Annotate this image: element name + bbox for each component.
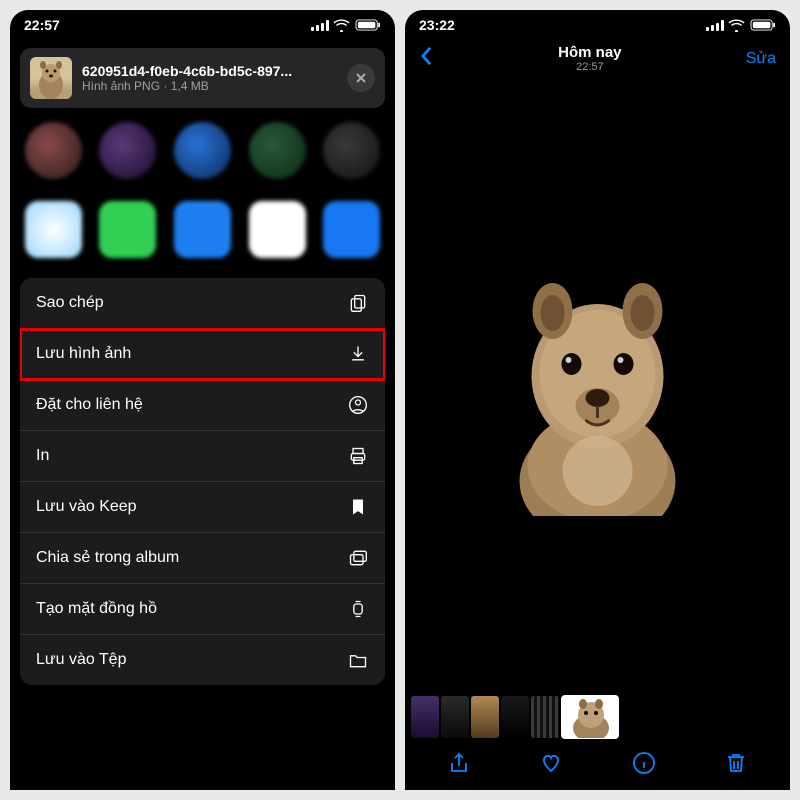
share-button[interactable] — [447, 751, 471, 780]
action-assign-contact[interactable]: Đặt cho liên hệ — [20, 380, 385, 431]
filmstrip-thumb[interactable] — [411, 696, 439, 738]
action-label: Lưu vào Keep — [36, 498, 137, 516]
download-icon — [347, 344, 369, 364]
filmstrip-thumb[interactable] — [531, 696, 559, 738]
action-watch-face[interactable]: Tạo mặt đồng hồ — [20, 584, 385, 635]
bookmark-icon — [347, 497, 369, 517]
shared-album-icon — [347, 548, 369, 568]
share-contact-3[interactable] — [174, 122, 231, 179]
share-app-mail[interactable] — [174, 201, 231, 258]
photo-filmstrip[interactable] — [405, 694, 790, 740]
action-shared-album[interactable]: Chia sẻ trong album — [20, 533, 385, 584]
filmstrip-thumb-selected[interactable] — [561, 695, 619, 739]
wifi-icon — [333, 19, 350, 32]
action-label: Chia sẻ trong album — [36, 549, 179, 567]
action-copy[interactable]: Sao chép — [20, 278, 385, 329]
info-button[interactable] — [632, 751, 656, 780]
photo-toolbar — [405, 740, 790, 790]
battery-icon — [355, 19, 381, 31]
share-contact-4[interactable] — [249, 122, 306, 179]
action-label: Tạo mặt đồng hồ — [36, 600, 157, 618]
copy-icon — [347, 293, 369, 313]
share-targets-blurred — [10, 108, 395, 266]
watch-icon — [347, 599, 369, 619]
edit-button[interactable]: Sửa — [746, 50, 776, 68]
action-save-files[interactable]: Lưu vào Tệp — [20, 635, 385, 685]
action-label: Lưu vào Tệp — [36, 651, 126, 669]
file-thumbnail — [30, 57, 72, 99]
status-indicators — [706, 19, 776, 32]
nav-title: Hôm nay — [558, 44, 621, 61]
action-list: Sao chép Lưu hình ảnh Đặt cho liên hệ In… — [20, 278, 385, 685]
signal-icon — [706, 20, 723, 31]
share-sheet-header: 620951d4-f0eb-4c6b-bd5c-897... Hình ảnh … — [20, 48, 385, 108]
delete-button[interactable] — [724, 751, 748, 780]
filmstrip-thumb[interactable] — [471, 696, 499, 738]
status-time: 22:57 — [24, 17, 60, 33]
action-label: Lưu hình ảnh — [36, 345, 131, 363]
chevron-left-icon — [419, 45, 434, 67]
filmstrip-thumb[interactable] — [441, 696, 469, 738]
action-label: Đặt cho liên hệ — [36, 396, 143, 414]
share-contact-1[interactable] — [25, 122, 82, 179]
status-bar: 22:57 — [10, 10, 395, 40]
share-sheet-screen: 22:57 620951d4-f0eb-4c6b-bd5c-89 — [10, 10, 395, 790]
share-app-messages[interactable] — [99, 201, 156, 258]
photo-viewer[interactable] — [405, 77, 790, 694]
favorite-button[interactable] — [539, 751, 563, 780]
nav-subtitle: 22:57 — [558, 61, 621, 73]
close-icon — [355, 72, 367, 84]
file-title: 620951d4-f0eb-4c6b-bd5c-897... — [82, 63, 337, 79]
share-contact-2[interactable] — [99, 122, 156, 179]
share-contact-5[interactable] — [323, 122, 380, 179]
close-button[interactable] — [347, 64, 375, 92]
action-label: Sao chép — [36, 294, 104, 312]
action-save-keep[interactable]: Lưu vào Keep — [20, 482, 385, 533]
action-print[interactable]: In — [20, 431, 385, 482]
nav-bar: Hôm nay 22:57 Sửa — [405, 40, 790, 77]
signal-icon — [311, 20, 328, 31]
trash-icon — [724, 751, 748, 775]
contact-icon — [347, 395, 369, 415]
print-icon — [347, 446, 369, 466]
status-indicators — [311, 19, 381, 32]
battery-icon — [750, 19, 776, 31]
share-app-messenger[interactable] — [249, 201, 306, 258]
wifi-icon — [728, 19, 745, 32]
action-save-image[interactable]: Lưu hình ảnh — [20, 329, 385, 380]
share-app-airdrop[interactable] — [25, 201, 82, 258]
status-time: 23:22 — [419, 17, 455, 33]
info-icon — [632, 751, 656, 775]
file-subtitle: Hình ảnh PNG · 1,4 MB — [82, 79, 337, 93]
heart-icon — [539, 751, 563, 775]
action-label: In — [36, 447, 49, 465]
share-app-facebook[interactable] — [323, 201, 380, 258]
back-button[interactable] — [419, 45, 434, 72]
photos-viewer-screen: 23:22 Hôm nay 22:57 Sửa — [405, 10, 790, 790]
files-icon — [347, 650, 369, 670]
status-bar: 23:22 — [405, 10, 790, 40]
photo-content — [495, 256, 700, 516]
filmstrip-thumb[interactable] — [501, 696, 529, 738]
share-icon — [447, 751, 471, 775]
